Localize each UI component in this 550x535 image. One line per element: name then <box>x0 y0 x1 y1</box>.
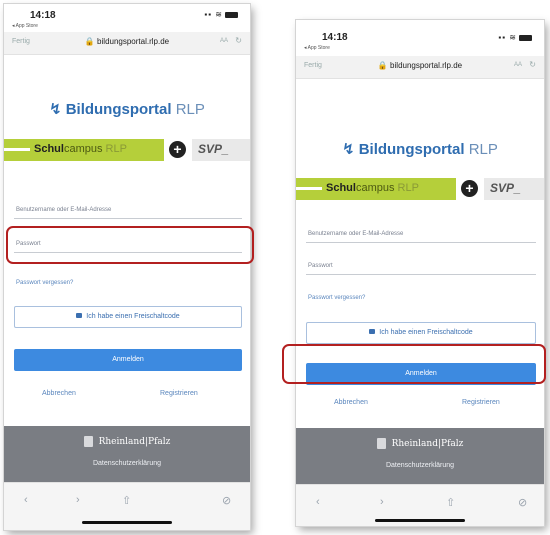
logo-region: RLP <box>468 141 498 158</box>
back-icon[interactable]: ‹ <box>316 496 320 508</box>
share-icon[interactable]: ⇧ <box>122 494 131 507</box>
password-placeholder: Passwort <box>308 263 333 269</box>
crest-icon <box>376 438 386 449</box>
logo-name: Bildungsportal <box>358 141 465 158</box>
rlp-state-logo: Rheinland|Pfalz <box>296 438 544 449</box>
page-footer: Rheinland|Pfalz Datenschutzerklärung <box>296 428 544 484</box>
login-button[interactable]: Anmelden <box>14 349 242 371</box>
freischaltcode-button[interactable]: Ich habe einen Freischaltcode <box>14 306 242 328</box>
reload-icon[interactable]: ↻ <box>529 60 536 69</box>
register-link[interactable]: Registrieren <box>462 399 500 406</box>
status-bar: 14:18 ◂ App Store ▪▪ ≋ <box>296 20 544 56</box>
logo-mark-icon: ↯ <box>342 141 355 158</box>
forward-icon[interactable]: › <box>76 494 80 506</box>
privacy-link[interactable]: Datenschutzerklärung <box>296 462 544 469</box>
home-indicator <box>82 521 172 524</box>
phone-screenshot-left: 14:18 ◂ App Store ▪▪ ≋ Fertig 🔒 bildungs… <box>4 4 250 530</box>
home-indicator <box>375 519 465 522</box>
register-link[interactable]: Registrieren <box>160 390 198 397</box>
back-to-app-store-link[interactable]: ◂ App Store <box>304 45 330 51</box>
password-field-highlight <box>6 226 254 264</box>
browser-url-bar: Fertig 🔒 bildungsportal.rlp.de AA ↻ <box>296 56 544 79</box>
browser-url-bar: Fertig 🔒 bildungsportal.rlp.de AA ↻ <box>4 32 250 55</box>
url-field[interactable]: 🔒 bildungsportal.rlp.de <box>4 37 250 46</box>
page-footer: Rheinland|Pfalz Datenschutzerklärung <box>4 426 250 482</box>
username-field[interactable]: Benutzername oder E-Mail-Adresse <box>14 196 242 219</box>
schulcampus-banner: Schulcampus RLP + SVP_ <box>296 178 544 200</box>
status-bar: 14:18 ◂ App Store ▪▪ ≋ <box>4 4 250 32</box>
svp-logo: SVP_ <box>484 178 544 200</box>
svp-logo: SVP_ <box>192 139 250 161</box>
privacy-link[interactable]: Datenschutzerklärung <box>4 460 250 467</box>
logo-name: Bildungsportal <box>65 101 172 118</box>
username-field[interactable]: Benutzername oder E-Mail-Adresse <box>306 220 536 243</box>
safari-toolbar: ‹ › ⇧ ⊘ <box>296 484 544 526</box>
cancel-link[interactable]: Abbrechen <box>42 390 76 397</box>
login-button-highlight <box>282 344 546 384</box>
schulcampus-label: Schulcampus RLP <box>326 182 419 194</box>
freischaltcode-button[interactable]: Ich habe einen Freischaltcode <box>306 322 536 344</box>
bildungsportal-logo: ↯ Bildungsportal RLP <box>296 140 544 158</box>
crest-icon <box>83 436 93 447</box>
status-icons: ▪▪ ≋ <box>498 33 532 42</box>
back-icon[interactable]: ‹ <box>24 494 28 506</box>
reload-icon[interactable]: ↻ <box>235 36 242 45</box>
cancel-link[interactable]: Abbrechen <box>334 399 368 406</box>
safari-toolbar: ‹ › ⇧ ⊘ <box>4 482 250 530</box>
rlp-state-logo: Rheinland|Pfalz <box>4 436 250 447</box>
logo-mark-icon: ↯ <box>49 101 62 118</box>
status-icons: ▪▪ ≋ <box>204 10 238 19</box>
plus-icon: + <box>169 141 186 158</box>
schulcampus-label: Schulcampus RLP <box>34 143 127 155</box>
forgot-password-link[interactable]: Passwort vergessen? <box>16 280 73 286</box>
logo-region: RLP <box>175 101 205 118</box>
clock: 14:18 <box>322 32 348 43</box>
share-icon[interactable]: ⇧ <box>446 496 455 509</box>
password-field[interactable]: Passwort <box>306 252 536 275</box>
phone-screenshot-right: 14:18 ◂ App Store ▪▪ ≋ Fertig 🔒 bildungs… <box>296 20 544 526</box>
username-placeholder: Benutzername oder E-Mail-Adresse <box>16 207 112 213</box>
compass-icon[interactable]: ⊘ <box>518 496 527 509</box>
lock-icon <box>369 328 376 334</box>
lock-icon <box>76 312 83 318</box>
plus-icon: + <box>461 180 478 197</box>
battery-icon <box>225 11 238 18</box>
url-field[interactable]: 🔒 bildungsportal.rlp.de <box>296 61 544 70</box>
forgot-password-link[interactable]: Passwort vergessen? <box>308 295 365 301</box>
bildungsportal-logo: ↯ Bildungsportal RLP <box>4 100 250 118</box>
text-size-button[interactable]: AA <box>514 62 522 68</box>
clock: 14:18 <box>30 10 56 21</box>
text-size-button[interactable]: AA <box>220 38 228 44</box>
schulcampus-banner: Schulcampus RLP + SVP_ <box>4 139 250 161</box>
username-placeholder: Benutzername oder E-Mail-Adresse <box>308 231 404 237</box>
compass-icon[interactable]: ⊘ <box>222 494 231 507</box>
battery-icon <box>519 34 532 41</box>
forward-icon[interactable]: › <box>380 496 384 508</box>
back-to-app-store-link[interactable]: ◂ App Store <box>12 23 38 29</box>
